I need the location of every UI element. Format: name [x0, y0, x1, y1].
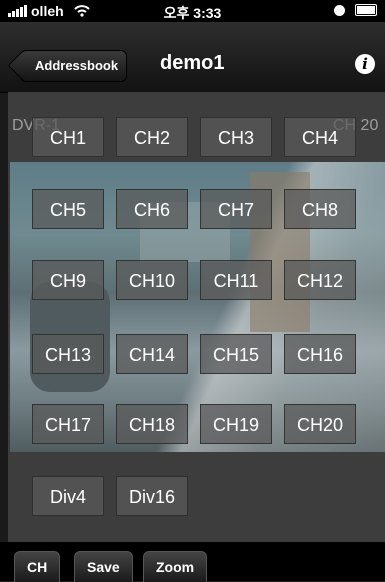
ch-button[interactable]: CH [14, 551, 61, 582]
channel-button-ch7[interactable]: CH7 [200, 189, 272, 229]
channel-button-ch14[interactable]: CH14 [116, 334, 188, 374]
status-bar: olleh 오후 3:33 [0, 0, 385, 22]
back-button-label: Addressbook [35, 58, 119, 73]
channel-button-ch16[interactable]: CH16 [284, 334, 356, 374]
battery-icon [355, 4, 377, 16]
channel-button-ch17[interactable]: CH17 [32, 404, 104, 444]
channel-button-ch19[interactable]: CH19 [200, 404, 272, 444]
channel-button-ch2[interactable]: CH2 [116, 117, 188, 157]
channel-button-ch11[interactable]: CH11 [200, 260, 272, 300]
division-button-div16[interactable]: Div16 [116, 476, 188, 516]
back-button-addressbook[interactable]: Addressbook [20, 50, 128, 82]
status-right [334, 4, 377, 16]
channel-button-ch15[interactable]: CH15 [200, 334, 272, 374]
channel-panel: DVR-1 CH 20 CH1 CH2 CH3 CH4 CH5 CH6 CH7 … [8, 92, 385, 542]
channel-button-ch20[interactable]: CH20 [284, 404, 356, 444]
channel-button-ch4[interactable]: CH4 [284, 117, 356, 157]
channel-button-ch18[interactable]: CH18 [116, 404, 188, 444]
info-icon[interactable]: i [355, 54, 375, 74]
channel-button-ch3[interactable]: CH3 [200, 117, 272, 157]
bottom-toolbar: CH Save Zoom [0, 542, 385, 582]
save-button[interactable]: Save [74, 551, 133, 582]
channel-button-ch13[interactable]: CH13 [32, 334, 104, 374]
zoom-button[interactable]: Zoom [143, 551, 208, 582]
alarm-icon [334, 4, 345, 16]
channel-button-ch1[interactable]: CH1 [32, 117, 104, 157]
status-time: 오후 3:33 [163, 5, 222, 21]
channel-button-ch12[interactable]: CH12 [284, 260, 356, 300]
division-button-div4[interactable]: Div4 [32, 476, 104, 516]
navigation-bar: Addressbook demo1 i [0, 22, 385, 93]
channel-button-ch10[interactable]: CH10 [116, 260, 188, 300]
channel-button-ch9[interactable]: CH9 [32, 260, 104, 300]
channel-button-ch8[interactable]: CH8 [284, 189, 356, 229]
channel-button-ch5[interactable]: CH5 [32, 189, 104, 229]
channel-button-ch6[interactable]: CH6 [116, 189, 188, 229]
page-title: demo1 [160, 52, 225, 74]
